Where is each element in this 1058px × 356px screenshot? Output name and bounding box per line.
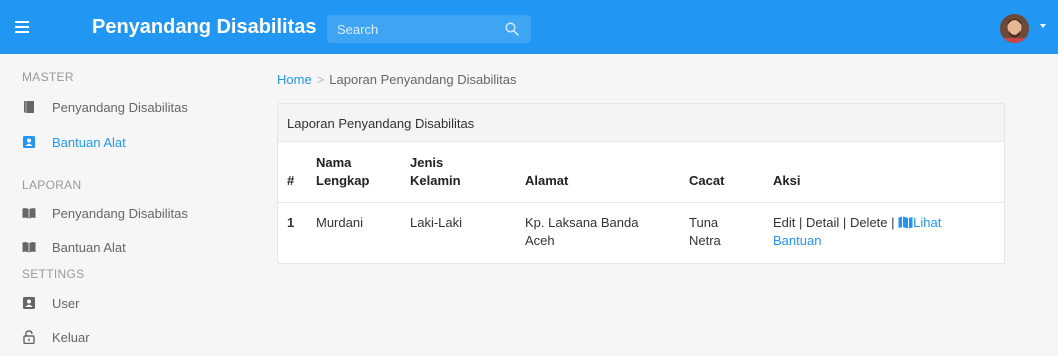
chevron-down-icon[interactable] (1040, 24, 1046, 28)
column-header-nama: Nama Lengkap (316, 155, 370, 188)
lihat-bantuan-link-line2[interactable]: Bantuan (773, 233, 821, 248)
open-book-icon (22, 208, 36, 219)
action-separator: | (842, 215, 847, 230)
search-icon[interactable] (505, 22, 519, 36)
column-header-number: # (287, 173, 295, 188)
sidebar-item-keluar[interactable]: Keluar (22, 326, 90, 348)
breadcrumb-current: Laporan Penyandang Disabilitas (329, 72, 517, 87)
sidebar-heading-laporan: LAPORAN (22, 178, 82, 192)
sidebar-item-user[interactable]: User (22, 292, 79, 314)
menu-icon[interactable] (13, 18, 31, 34)
breadcrumb: Home > Laporan Penyandang Disabilitas (277, 72, 516, 87)
search-input[interactable] (327, 15, 497, 43)
cell-alamat: Kp. Laksana Banda Aceh (525, 215, 639, 248)
sidebar-item-label: Bantuan Alat (52, 134, 126, 150)
breadcrumb-home-link[interactable]: Home (277, 72, 312, 87)
sidebar-item-laporan-penyandang[interactable]: Penyandang Disabilitas (22, 202, 188, 224)
cell-nama: Murdani (316, 215, 363, 230)
sidebar-item-label: Penyandang Disabilitas (52, 99, 188, 115)
detail-link[interactable]: Detail (806, 215, 839, 230)
column-header-aksi: Aksi (773, 173, 801, 188)
sidebar-item-label: Keluar (52, 329, 90, 345)
id-card-icon (23, 297, 35, 309)
sidebar-item-label: Bantuan Alat (52, 239, 126, 255)
sidebar-item-label: Penyandang Disabilitas (52, 205, 188, 221)
action-separator: | (799, 215, 803, 230)
top-bar: Penyandang Disabilitas (0, 0, 1058, 54)
lock-icon (23, 330, 35, 344)
breadcrumb-separator: > (316, 72, 325, 87)
delete-link[interactable]: Delete (850, 215, 888, 230)
card-header: Laporan Penyandang Disabilitas (278, 104, 1004, 142)
cell-cacat: Tuna Netra (689, 215, 721, 248)
report-card: Laporan Penyandang Disabilitas # Nama Len… (277, 103, 1005, 264)
open-book-icon (22, 242, 36, 253)
sidebar: MASTER Penyandang Disabilitas Bantuan Al… (0, 54, 257, 356)
avatar[interactable] (1000, 14, 1029, 43)
sidebar-item-bantuan-alat[interactable]: Bantuan Alat (22, 131, 126, 153)
brand-title[interactable]: Penyandang Disabilitas (92, 16, 317, 39)
sidebar-item-label: User (52, 295, 80, 311)
column-header-cacat: Cacat (689, 173, 725, 188)
column-header-alamat: Alamat (525, 173, 569, 188)
search-box[interactable] (327, 15, 531, 43)
cell-aksi: Edit | Detail | Delete | Lihat Bantuan (773, 214, 973, 250)
lihat-bantuan-link[interactable]: Lihat (913, 215, 941, 230)
sidebar-item-penyandang-disabilitas[interactable]: Penyandang Disabilitas (22, 96, 188, 118)
cell-jenis-kelamin: Laki-Laki (410, 215, 463, 230)
card-title: Laporan Penyandang Disabilitas (287, 116, 475, 131)
edit-link[interactable]: Edit (773, 215, 795, 230)
action-separator: | (891, 215, 895, 230)
sidebar-item-laporan-bantuan[interactable]: Bantuan Alat (22, 236, 126, 258)
sidebar-heading-settings: SETTINGS (22, 267, 85, 281)
map-icon[interactable] (898, 216, 913, 229)
column-header-jenis-kelamin: Jenis Kelamin (410, 155, 461, 188)
cell-number: 1 (287, 215, 295, 230)
id-card-icon (23, 136, 35, 148)
sidebar-heading-master: MASTER (22, 70, 74, 84)
book-icon (24, 101, 34, 113)
table-divider (278, 202, 1004, 203)
